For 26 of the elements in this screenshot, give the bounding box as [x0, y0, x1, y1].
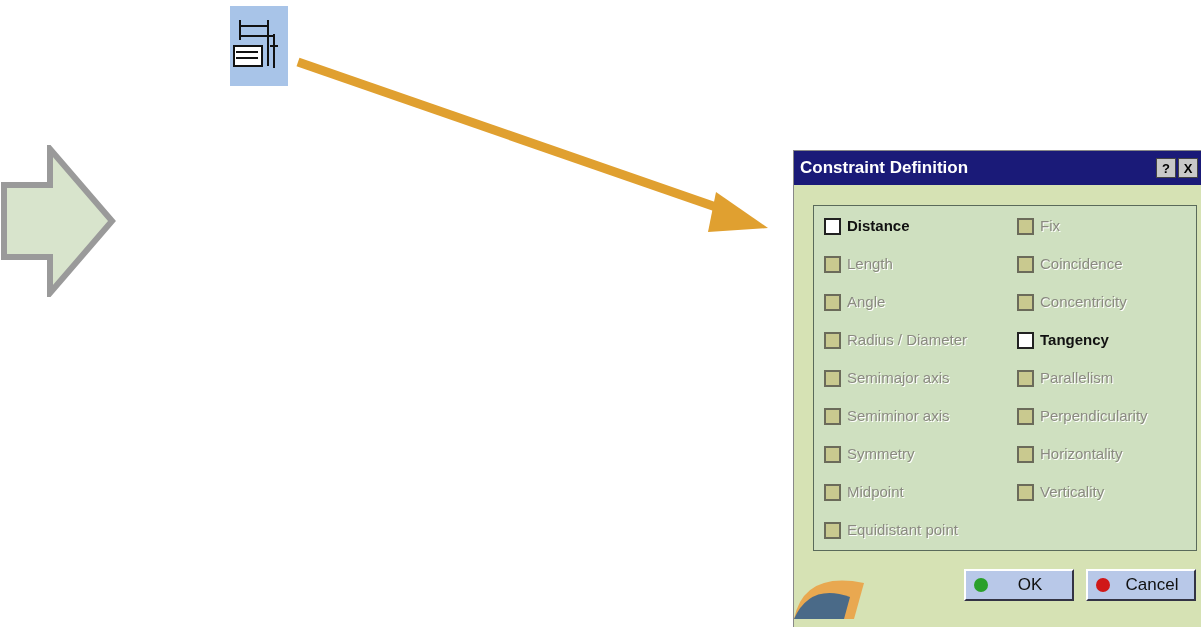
checkbox-label: Distance — [847, 215, 910, 236]
checkbox-label: Angle — [847, 291, 886, 312]
close-button[interactable]: X — [1178, 158, 1198, 178]
checkbox-label: Length — [847, 253, 893, 274]
checkbox-label: Verticality — [1040, 481, 1105, 502]
checkbox-label: Equidistant point — [847, 519, 958, 540]
dimension-toolbar-icon[interactable] — [230, 6, 288, 86]
cancel-button[interactable]: Cancel — [1086, 569, 1196, 601]
checkbox-label: Concentricity — [1040, 291, 1127, 312]
checkbox-label: Semimajor axis — [847, 367, 950, 388]
checkbox-label: Perpendicularity — [1040, 405, 1148, 426]
checkbox-label: Radius / Diameter — [847, 329, 968, 350]
checkbox-label: Semiminor axis — [847, 405, 950, 426]
checkbox-label: Parallelism — [1040, 367, 1114, 388]
checkbox-label: Coincidence — [1040, 253, 1123, 274]
right-arrow-icon — [0, 145, 116, 297]
checkbox-label: Fix — [1040, 215, 1060, 236]
ok-button[interactable]: OK — [964, 569, 1074, 601]
checkbox-label: Tangency — [1040, 329, 1109, 350]
checkbox-label: Horizontality — [1040, 443, 1123, 464]
checkbox-label: Symmetry — [847, 443, 915, 464]
checkbox[interactable] — [824, 217, 841, 235]
checkbox-label: Midpoint — [847, 481, 904, 502]
window-title: Constraint Definition — [800, 157, 970, 180]
checkbox[interactable] — [1017, 331, 1034, 349]
help-button[interactable]: ? — [1156, 158, 1176, 178]
